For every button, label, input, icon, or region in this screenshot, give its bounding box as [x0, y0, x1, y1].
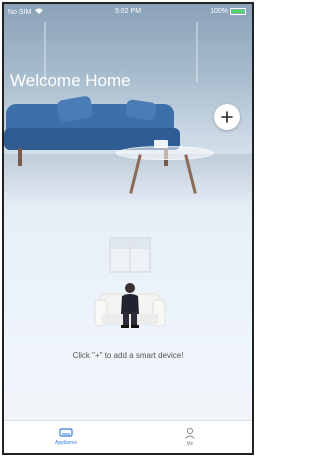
- sofa-leg: [18, 148, 22, 166]
- person-head: [125, 283, 135, 293]
- status-right: 100%: [210, 8, 246, 15]
- appliance-icon: [59, 428, 73, 437]
- person-icon: [185, 427, 195, 439]
- add-device-button[interactable]: [214, 104, 240, 130]
- tab-bar: Appliance Me: [4, 420, 252, 453]
- battery-percent: 100%: [210, 8, 228, 15]
- coffee-table: [116, 146, 214, 160]
- tab-appliance[interactable]: Appliance: [4, 421, 128, 453]
- plus-icon: [221, 111, 233, 123]
- page-title: Welcome Home: [10, 71, 131, 90]
- tab-label: Appliance: [55, 440, 77, 446]
- empty-state-hint: Click "+" to add a smart device!: [72, 351, 184, 360]
- app-frame: No SIM 5:02 PM 100% Welcome Home Click "…: [2, 2, 254, 455]
- battery-icon: [230, 8, 246, 15]
- hero-background: [4, 4, 252, 209]
- tab-label: Me: [186, 441, 194, 447]
- floor: [4, 154, 252, 209]
- tab-me[interactable]: Me: [128, 421, 252, 453]
- status-bar: No SIM 5:02 PM 100%: [4, 4, 252, 20]
- empty-state-illustration: [94, 237, 166, 328]
